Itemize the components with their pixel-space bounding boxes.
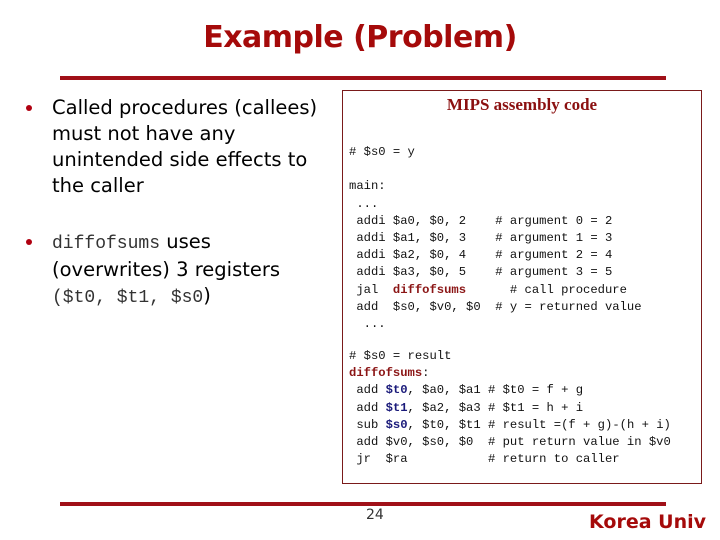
code-text: ... [349,196,379,211]
procedure-name: diffofsums [392,282,467,297]
code-line: add $t0, $a0, $a1 # $t0 = f + g [349,382,671,399]
code-text: # call procedure [466,282,627,297]
register-name: $t1 [385,400,408,415]
bullet-code-procname: diffofsums [52,234,161,254]
code-line: jal diffofsums # call procedure [349,282,642,299]
code-text: addi $a2, $0, 4 # argument 2 = 4 [349,248,613,263]
brand-label: Korea Univ [589,511,706,533]
code-line: sub $s0, $t0, $t1 # result =(f + g)-(h +… [349,417,671,434]
code-line: # $s0 = result [349,348,671,365]
bullet-list: Called procedures (callees) must not hav… [22,95,332,333]
bullet-icon [26,105,32,111]
code-text: # $s0 = result [349,349,452,363]
code-line: addi $a1, $0, 3 # argument 1 = 3 [349,230,642,247]
code-text: , $a2, $a3 # $t1 = h + i [407,400,584,415]
title-divider [60,76,666,80]
procedure-name: diffofsums [349,366,423,381]
slide-title: Example (Problem) [203,20,517,55]
code-box-heading: MIPS assembly code [446,95,598,114]
code-line: ... [349,196,642,213]
main-code-block: # $s0 = y main: ... addi $a0, $0, 2 # ar… [349,144,642,333]
code-line: add $v0, $s0, $0 # put return value in $… [349,434,671,451]
code-line: jr $ra # return to caller [349,451,671,468]
code-text: add [349,400,386,415]
code-text: , $a0, $a1 # $t0 = f + g [407,383,584,398]
code-line: add $t1, $a2, $a3 # $t1 = h + i [349,400,671,417]
code-line: add $s0, $v0, $0 # y = returned value [349,299,642,316]
code-text: jr $ra # return to caller [349,452,620,467]
code-box: MIPS assembly code # $s0 = y main: ... a… [342,90,702,484]
bullet-icon [26,239,32,245]
code-line: main: [349,178,642,195]
code-text: ... [349,317,386,332]
footer-divider [60,502,666,506]
code-text: : [422,366,430,381]
code-text: addi $a0, $0, 2 # argument 0 = 2 [349,213,613,228]
page-number: 24 [366,507,384,523]
code-line: addi $a0, $0, 2 # argument 0 = 2 [349,213,642,230]
code-line: addi $a3, $0, 5 # argument 3 = 5 [349,264,642,281]
code-text: addi $a1, $0, 3 # argument 1 = 3 [349,231,613,246]
code-line: diffofsums: [349,365,671,382]
bullet-item: Called procedures (callees) must not hav… [22,95,332,199]
bullet-text: Called procedures (callees) must not hav… [52,96,318,197]
procedure-code-block: # $s0 = result diffofsums: add $t0, $a0, … [349,348,671,468]
code-text: add $s0, $v0, $0 # y = returned value [349,299,642,314]
code-line [349,161,642,178]
code-text: sub [349,417,386,432]
code-text: add [349,383,386,398]
bullet-item: diffofsums uses (overwrites) 3 registers… [22,229,332,311]
code-text: # $s0 = y [349,145,415,159]
code-line: # $s0 = y [349,144,642,161]
bullet-code-registers: ($t0, $t1, $s0 [52,288,204,308]
code-text: addi $a3, $0, 5 # argument 3 = 5 [349,265,613,280]
code-line: addi $a2, $0, 4 # argument 2 = 4 [349,247,642,264]
code-text: jal [349,282,393,297]
code-text: , $t0, $t1 # result =(f + g)-(h + i) [407,417,671,432]
code-text: main: [349,179,386,194]
register-name: $s0 [385,417,408,432]
register-name: $t0 [385,383,408,398]
code-line: ... [349,316,642,333]
bullet-text-end: ) [203,284,211,307]
code-text: add $v0, $s0, $0 # put return value in $… [349,435,671,450]
